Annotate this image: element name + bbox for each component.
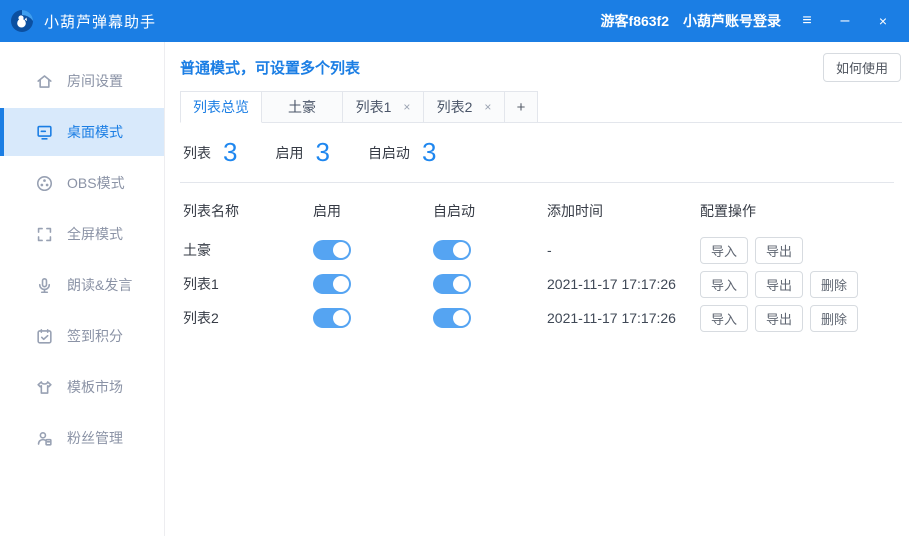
toggle-knob xyxy=(453,310,469,326)
tab-label: 列表2 xyxy=(437,97,473,117)
sidebar-item-fullscreen-mode[interactable]: 全屏模式 xyxy=(0,210,164,258)
plus-icon: + xyxy=(517,99,526,116)
stat-autostart: 自启动 3 xyxy=(368,137,436,168)
sidebar-item-desktop-mode[interactable]: 桌面模式 xyxy=(0,108,164,156)
stat-value: 3 xyxy=(223,137,237,168)
tab-bar: 列表总览 土豪 列表1 × 列表2 × + xyxy=(180,91,902,123)
tab-label: 列表1 xyxy=(356,97,392,117)
enabled-toggle[interactable] xyxy=(313,274,351,294)
list-name: 列表2 xyxy=(183,308,313,328)
microphone-icon xyxy=(35,276,54,295)
tab-list2[interactable]: 列表2 × xyxy=(424,91,505,123)
toggle-knob xyxy=(333,310,349,326)
stat-enabled: 启用 3 xyxy=(275,137,329,168)
main-panel: 普通模式，可设置多个列表 如何使用 列表总览 土豪 列表1 × 列表2 × xyxy=(165,42,909,536)
export-button[interactable]: 导出 xyxy=(755,271,803,298)
page-header: 普通模式，可设置多个列表 如何使用 xyxy=(180,52,901,82)
how-to-use-button[interactable]: 如何使用 xyxy=(823,53,901,82)
sidebar-item-label: 房间设置 xyxy=(67,71,123,91)
delete-button[interactable]: 删除 xyxy=(810,271,858,298)
table-row: 土豪 - 导入 导出 xyxy=(180,233,894,267)
add-tab-button[interactable]: + xyxy=(505,91,538,123)
sidebar-item-room-settings[interactable]: 房间设置 xyxy=(0,57,164,105)
export-button[interactable]: 导出 xyxy=(755,237,803,264)
row-actions: 导入 导出 xyxy=(700,237,894,264)
sidebar-item-template-market[interactable]: 模板市场 xyxy=(0,363,164,411)
stat-label: 启用 xyxy=(275,143,303,163)
page-title: 普通模式，可设置多个列表 xyxy=(180,57,360,78)
column-header-autostart: 自启动 xyxy=(433,201,547,221)
stats-row: 列表 3 启用 3 自启动 3 xyxy=(180,123,894,183)
stat-label: 自启动 xyxy=(368,143,410,163)
sidebar-item-read-speak[interactable]: 朗读&发言 xyxy=(0,261,164,309)
tab-label: 列表总览 xyxy=(193,97,249,117)
export-button[interactable]: 导出 xyxy=(755,305,803,332)
minimize-icon[interactable]: – xyxy=(833,9,857,33)
toggle-knob xyxy=(333,276,349,292)
tab-label: 土豪 xyxy=(288,97,316,117)
app-logo-icon xyxy=(10,9,34,33)
desktop-icon xyxy=(35,123,54,142)
close-tab-icon[interactable]: × xyxy=(403,101,410,113)
fullscreen-icon xyxy=(35,225,54,244)
added-time: 2021-11-17 17:17:26 xyxy=(547,276,700,292)
home-icon xyxy=(35,72,54,91)
autostart-toggle[interactable] xyxy=(433,308,471,328)
app-window: 小葫芦弹幕助手 游客f863f2 小葫芦账号登录 ≡ – × 房间设置 桌面模式 xyxy=(0,0,909,536)
guest-account-label[interactable]: 游客f863f2 xyxy=(601,11,669,31)
obs-icon xyxy=(35,174,54,193)
toggle-knob xyxy=(453,276,469,292)
toggle-knob xyxy=(333,242,349,258)
column-header-name: 列表名称 xyxy=(183,201,313,221)
sidebar-item-fans-management[interactable]: 粉丝管理 xyxy=(0,414,164,462)
close-tab-icon[interactable]: × xyxy=(484,101,491,113)
autostart-toggle[interactable] xyxy=(433,274,471,294)
toggle-knob xyxy=(453,242,469,258)
sidebar-item-signin-points[interactable]: 签到积分 xyxy=(0,312,164,360)
sidebar-item-label: 模板市场 xyxy=(67,377,123,397)
sidebar-item-label: 粉丝管理 xyxy=(67,428,123,448)
tshirt-icon xyxy=(35,378,54,397)
stat-value: 3 xyxy=(315,137,329,168)
tab-list-overview[interactable]: 列表总览 xyxy=(180,91,262,123)
sidebar-item-label: 签到积分 xyxy=(67,326,123,346)
list-name: 土豪 xyxy=(183,240,313,260)
sidebar-item-label: 朗读&发言 xyxy=(67,275,132,295)
table-header: 列表名称 启用 自启动 添加时间 配置操作 xyxy=(180,183,894,233)
enabled-toggle[interactable] xyxy=(313,240,351,260)
app-title: 小葫芦弹幕助手 xyxy=(44,11,156,32)
row-actions: 导入 导出 删除 xyxy=(700,271,894,298)
close-icon[interactable]: × xyxy=(871,9,895,33)
import-button[interactable]: 导入 xyxy=(700,305,748,332)
added-time: 2021-11-17 17:17:26 xyxy=(547,310,700,326)
enabled-toggle[interactable] xyxy=(313,308,351,328)
tab-list1[interactable]: 列表1 × xyxy=(343,91,424,123)
stat-value: 3 xyxy=(422,137,436,168)
sidebar-item-label: 全屏模式 xyxy=(67,224,123,244)
delete-button[interactable]: 删除 xyxy=(810,305,858,332)
table-row: 列表1 2021-11-17 17:17:26 导入 导出 删除 xyxy=(180,267,894,301)
sidebar-item-obs-mode[interactable]: OBS模式 xyxy=(0,159,164,207)
import-button[interactable]: 导入 xyxy=(700,271,748,298)
calendar-check-icon xyxy=(35,327,54,346)
import-button[interactable]: 导入 xyxy=(700,237,748,264)
row-actions: 导入 导出 删除 xyxy=(700,305,894,332)
titlebar: 小葫芦弹幕助手 游客f863f2 小葫芦账号登录 ≡ – × xyxy=(0,0,909,42)
autostart-toggle[interactable] xyxy=(433,240,471,260)
list-name: 列表1 xyxy=(183,274,313,294)
table-row: 列表2 2021-11-17 17:17:26 导入 导出 删除 xyxy=(180,301,894,335)
sidebar: 房间设置 桌面模式 OBS模式 xyxy=(0,42,165,536)
sidebar-item-label: 桌面模式 xyxy=(67,122,123,142)
column-header-actions: 配置操作 xyxy=(700,201,894,221)
column-header-added-time: 添加时间 xyxy=(547,201,700,221)
account-login-link[interactable]: 小葫芦账号登录 xyxy=(683,11,781,31)
column-header-enabled: 启用 xyxy=(313,201,433,221)
added-time: - xyxy=(547,242,700,258)
menu-icon[interactable]: ≡ xyxy=(795,9,819,33)
sidebar-item-label: OBS模式 xyxy=(67,173,125,193)
fans-icon xyxy=(35,429,54,448)
tab-tuhao[interactable]: 土豪 xyxy=(262,91,343,123)
stat-lists: 列表 3 xyxy=(183,137,237,168)
stat-label: 列表 xyxy=(183,143,211,163)
